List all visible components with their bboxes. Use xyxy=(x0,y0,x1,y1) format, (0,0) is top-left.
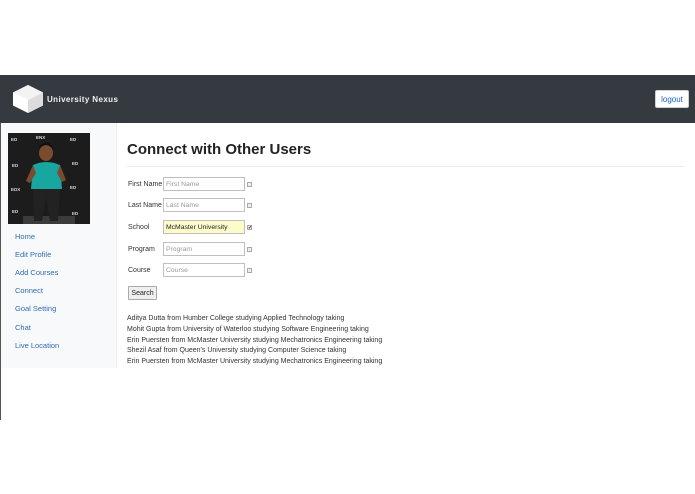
sidebar: ED ENX ED ED ED EDX ED ED ED Home Edit Profil… xyxy=(1,123,117,368)
last-name-row: Last Name xyxy=(128,198,252,212)
sidebar-item-connect[interactable]: Connect xyxy=(15,282,59,300)
svg-text:EDX: EDX xyxy=(11,187,20,192)
sidebar-item-live-location[interactable]: Live Location xyxy=(15,336,59,354)
last-name-input[interactable] xyxy=(163,198,245,212)
sidebar-item-goal-setting[interactable]: Goal Setting xyxy=(15,300,59,318)
last-name-label: Last Name xyxy=(128,201,162,209)
result-item: Erin Puersten from McMaster University s… xyxy=(127,358,383,366)
svg-text:ED: ED xyxy=(70,185,77,190)
svg-text:ED: ED xyxy=(12,209,19,214)
school-checkbox[interactable]: ✔ xyxy=(247,224,252,230)
svg-text:ED: ED xyxy=(70,137,77,142)
logout-button[interactable]: logout xyxy=(655,90,689,108)
program-label: Program xyxy=(128,245,155,253)
course-checkbox[interactable] xyxy=(247,267,252,273)
title-divider xyxy=(127,166,685,167)
last-name-checkbox[interactable] xyxy=(247,202,252,208)
sidebar-nav: Home Edit Profile Add Courses Connect Go… xyxy=(15,227,59,354)
course-row: Course xyxy=(128,263,252,277)
svg-text:ENX: ENX xyxy=(36,135,45,140)
course-label: Course xyxy=(128,266,151,274)
svg-text:ED: ED xyxy=(72,161,79,166)
search-button[interactable]: Search xyxy=(128,286,157,300)
result-item: Erin Puersten from McMaster University s… xyxy=(127,336,383,344)
profile-photo: ED ENX ED ED ED EDX ED ED ED xyxy=(8,133,90,224)
first-name-row: First Name xyxy=(128,177,252,191)
hexagon-logo-icon xyxy=(13,85,43,113)
results-list: Aditya Dutta from Humber College studyin… xyxy=(127,314,382,368)
svg-text:ED: ED xyxy=(12,163,19,168)
result-item: Mohit Gupta from University of Waterloo … xyxy=(127,325,369,333)
program-row: Program xyxy=(128,242,252,256)
sidebar-item-chat[interactable]: Chat xyxy=(15,318,59,336)
result-item: Aditya Dutta from Humber College studyin… xyxy=(127,315,345,322)
page-title: Connect with Other Users xyxy=(127,141,312,158)
sidebar-item-home[interactable]: Home xyxy=(15,227,59,245)
first-name-checkbox[interactable] xyxy=(247,181,252,187)
top-navbar: University Nexus logout xyxy=(0,75,695,123)
first-name-input[interactable] xyxy=(163,177,245,191)
first-name-label: First Name xyxy=(128,180,163,188)
svg-text:ED: ED xyxy=(11,137,18,142)
sidebar-item-add-courses[interactable]: Add Courses xyxy=(15,263,59,281)
course-input[interactable] xyxy=(163,263,245,277)
program-input[interactable] xyxy=(163,242,245,256)
svg-text:ED: ED xyxy=(72,211,79,216)
school-label: School xyxy=(128,223,150,231)
avatar: ED ENX ED ED ED EDX ED ED ED xyxy=(8,133,90,224)
result-item: Shezil Asaf from Queen's University stud… xyxy=(127,347,347,355)
brand-name: University Nexus xyxy=(47,94,119,104)
school-row: School ✔ xyxy=(128,220,252,234)
school-input[interactable] xyxy=(163,220,245,234)
sidebar-item-edit-profile[interactable]: Edit Profile xyxy=(15,245,59,263)
program-checkbox[interactable] xyxy=(247,246,252,252)
brand[interactable]: University Nexus xyxy=(11,84,118,114)
